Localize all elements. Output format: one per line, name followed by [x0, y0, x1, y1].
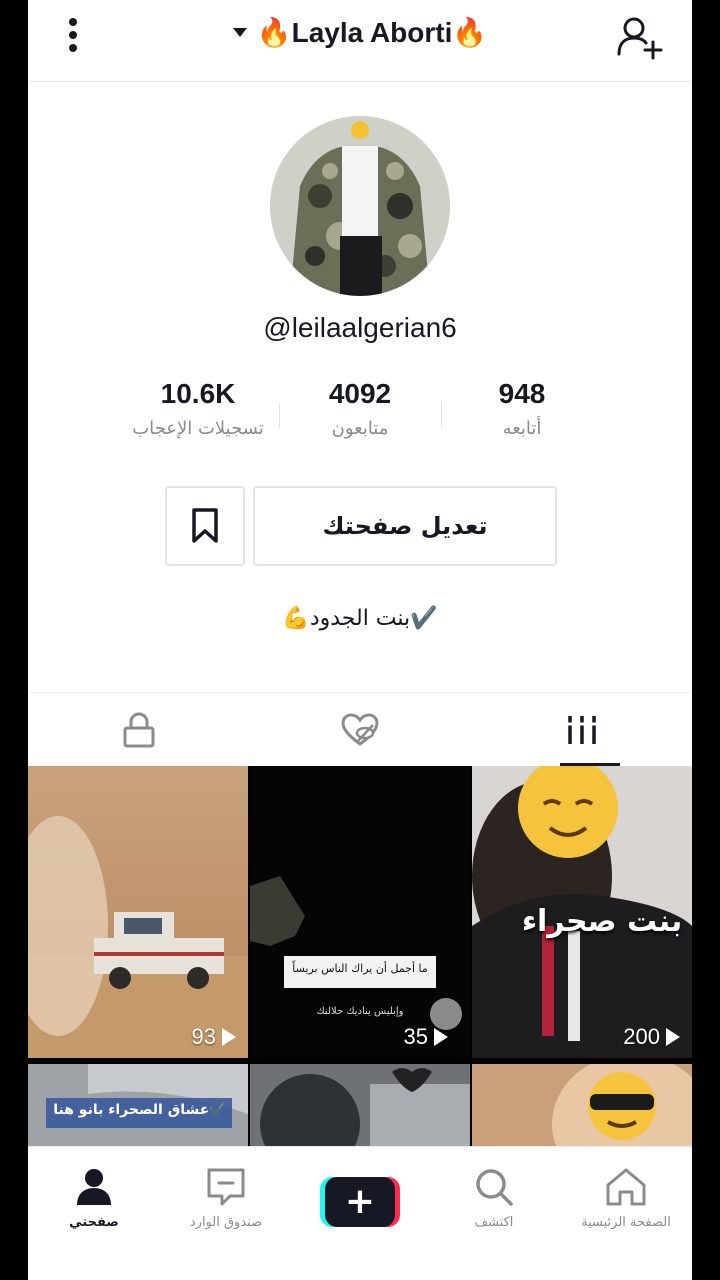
- nav-discover[interactable]: اكتشف: [434, 1167, 554, 1230]
- play-icon: [222, 1028, 236, 1046]
- profile-screen: 🔥Layla Aborti🔥 @leilaalgerian6 948 أتابع…: [28, 0, 692, 1280]
- nav-home[interactable]: الصفحة الرئيسية: [566, 1167, 686, 1230]
- top-bar: 🔥Layla Aborti🔥: [28, 0, 692, 82]
- overlay-caption: ما أجمل أن يراك الناس بريساً: [292, 962, 428, 975]
- video-thumbnail[interactable]: عشاق الصحراء بانو هنا✔️: [28, 1064, 248, 1156]
- play-icon: [434, 1028, 448, 1046]
- nav-profile[interactable]: صفحتي: [34, 1167, 154, 1230]
- video-thumbnail[interactable]: [250, 1064, 470, 1156]
- chevron-down-icon: [232, 28, 247, 37]
- video-thumbnail[interactable]: [472, 1064, 692, 1156]
- grid-icon: [565, 716, 598, 744]
- likes-stat[interactable]: 10.6K تسجيلات الإعجاب: [98, 378, 298, 439]
- profile-icon: [77, 1169, 111, 1205]
- favorites-button[interactable]: [165, 486, 245, 566]
- nav-inbox[interactable]: صندوق الوارد: [166, 1167, 286, 1230]
- view-count: 35: [404, 1024, 448, 1050]
- video-thumbnail[interactable]: 93: [28, 766, 248, 1058]
- nav-profile-label: صفحتي: [69, 1215, 119, 1230]
- username: @leilaalgerian6: [263, 312, 457, 343]
- nav-discover-label: اكتشف: [474, 1215, 514, 1230]
- likes-label: تسجيلات الإعجاب: [132, 418, 264, 439]
- profile-tabs: [28, 692, 692, 766]
- video-thumbnail[interactable]: بنت صحراء 200: [472, 766, 692, 1058]
- home-icon: [606, 1168, 646, 1206]
- tab-private[interactable]: [28, 693, 249, 767]
- bottom-navigation: الصفحة الرئيسية اكتشف + صندوق الوارد صفح…: [28, 1146, 692, 1256]
- inbox-icon: [207, 1168, 245, 1206]
- likes-count: 10.6K: [160, 378, 236, 409]
- edit-profile-button[interactable]: تعديل صفحتك: [253, 486, 557, 566]
- search-icon: [476, 1169, 513, 1206]
- bookmark-icon: [192, 508, 218, 543]
- overlay-subcaption: وإبليس يناديك حلالنك: [316, 1006, 404, 1017]
- view-count: 200: [623, 1024, 680, 1050]
- account-title: 🔥Layla Aborti🔥: [256, 17, 488, 48]
- overlay-caption: عشاق الصحراء بانو هنا✔️: [53, 1102, 227, 1118]
- plus-icon: +: [325, 1177, 395, 1227]
- account-switcher[interactable]: 🔥Layla Aborti🔥: [28, 16, 692, 49]
- video-thumbnail[interactable]: ما أجمل أن يراك الناس بريساً وإبليس يناد…: [250, 766, 470, 1058]
- system-bottom-area: [28, 1256, 692, 1280]
- add-friend-icon[interactable]: [616, 14, 664, 60]
- play-icon: [666, 1028, 680, 1046]
- avatar[interactable]: [270, 116, 450, 296]
- overlay-caption: بنت صحراء: [521, 904, 683, 939]
- nav-home-label: الصفحة الرئيسية: [581, 1215, 671, 1230]
- hidden-heart-icon: [340, 713, 379, 746]
- view-count: 93: [192, 1024, 236, 1050]
- create-button[interactable]: +: [320, 1177, 400, 1227]
- tab-videos[interactable]: [471, 693, 692, 767]
- tab-liked[interactable]: [249, 693, 470, 767]
- lock-icon: [123, 712, 154, 748]
- bio: 💪بنت الجدود✔️: [282, 606, 438, 631]
- video-grid: 93 ما أجمل أن يراك الناس بريساً وإبليس ي…: [28, 766, 692, 1156]
- nav-inbox-label: صندوق الوارد: [189, 1215, 263, 1230]
